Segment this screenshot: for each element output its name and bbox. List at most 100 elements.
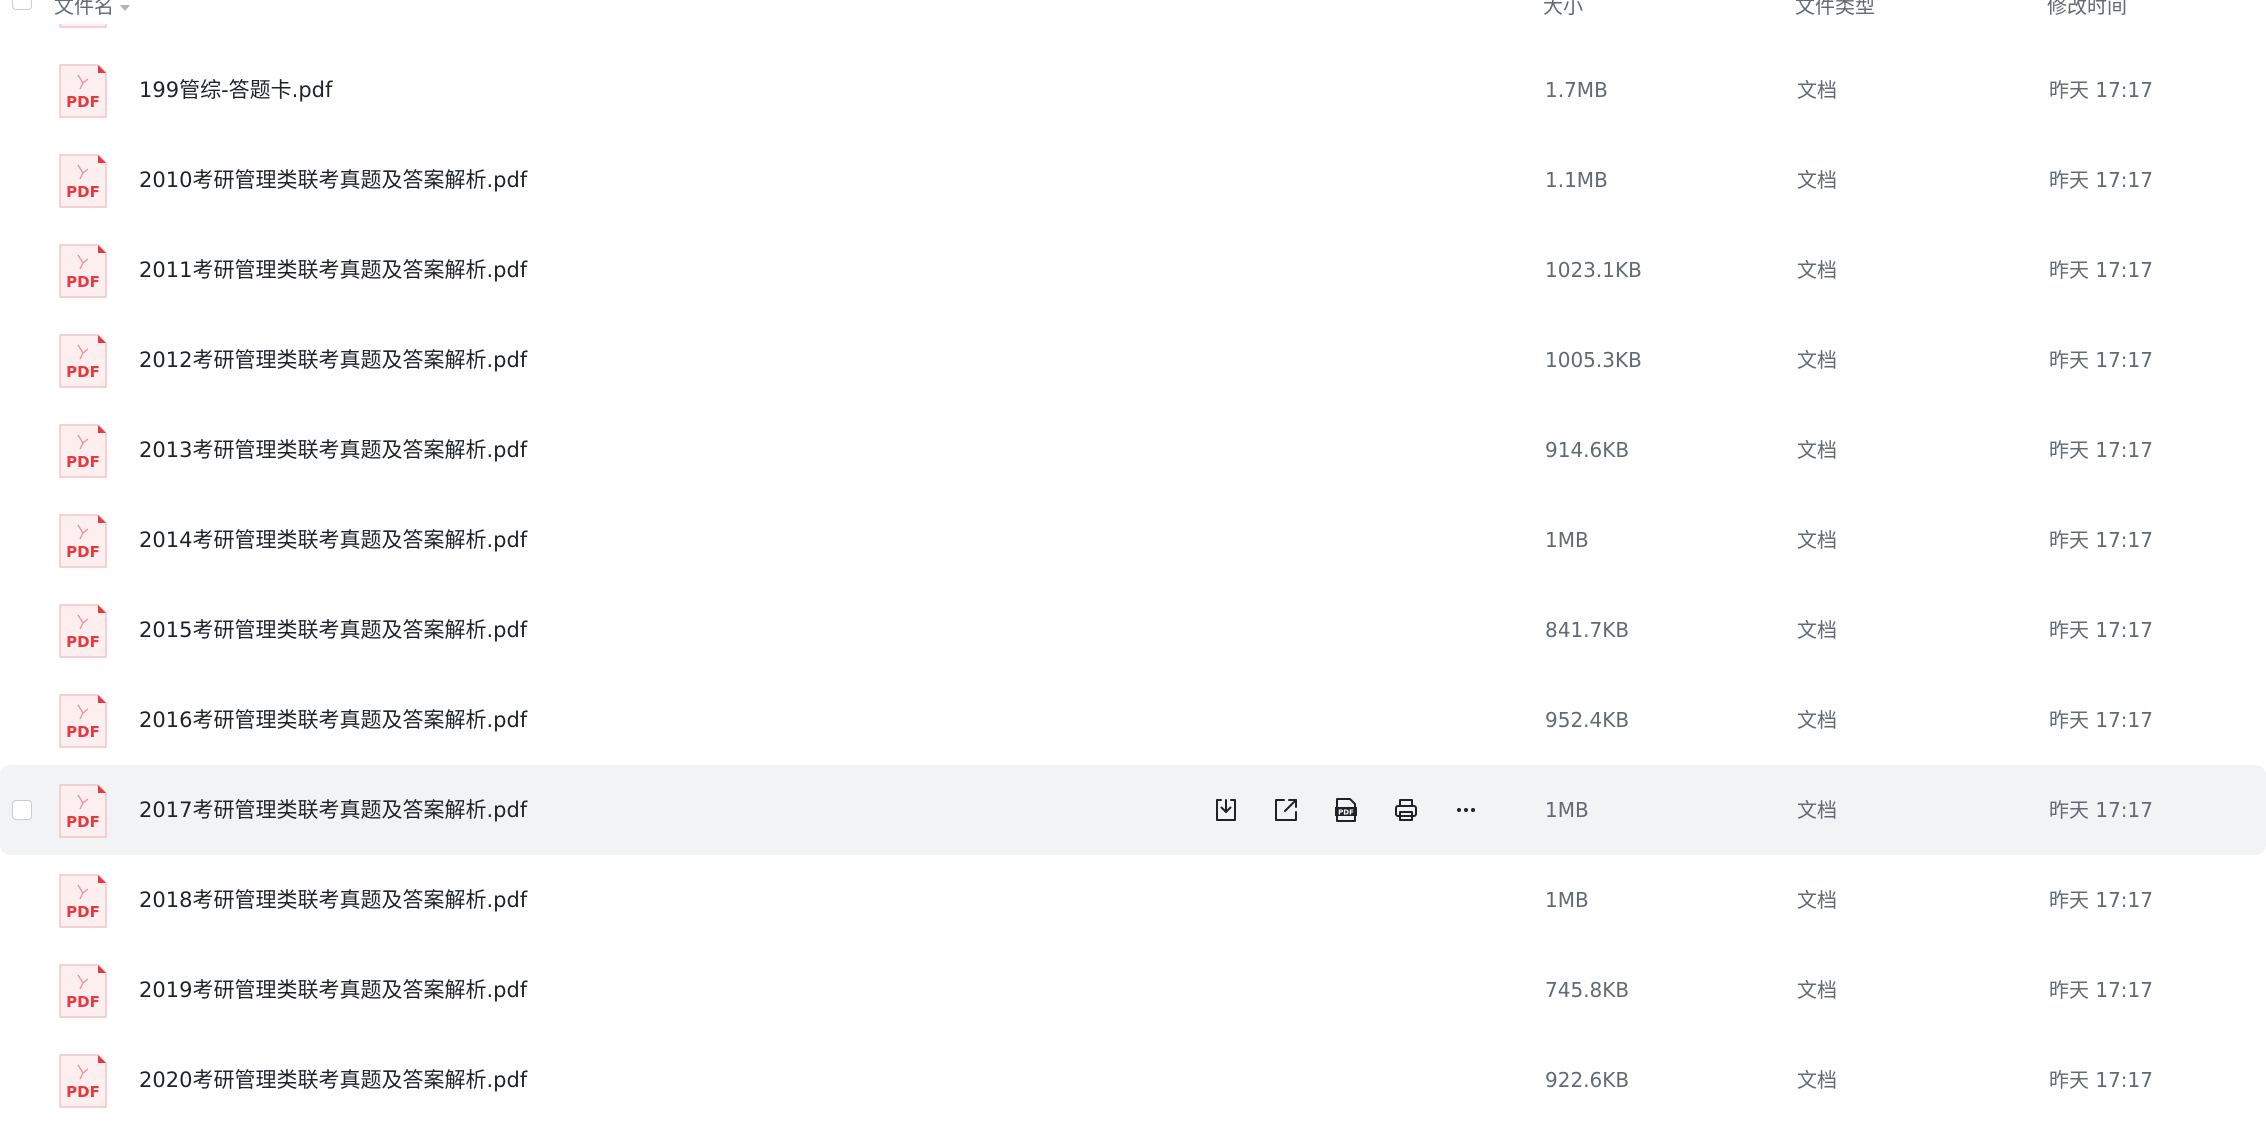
file-name[interactable]: 2020考研管理类联考真题及答案解析.pdf: [139, 1035, 527, 1125]
sort-down-icon[interactable]: [120, 4, 130, 11]
file-modified-time: 昨天 17:17: [2049, 978, 2153, 1002]
print-icon[interactable]: [1388, 792, 1424, 828]
list-header: 文件名 大小 文件类型 修改时间: [0, 0, 2266, 24]
file-name[interactable]: 2017考研管理类联考真题及答案解析.pdf: [139, 765, 527, 855]
file-name[interactable]: 2011考研管理类联考真题及答案解析.pdf: [139, 225, 527, 315]
file-modified-time: 昨天 17:17: [2049, 798, 2153, 822]
file-modified-time: 昨天 17:17: [2049, 528, 2153, 552]
svg-text:PDF: PDF: [66, 273, 100, 291]
table-row[interactable]: PDF 2020考研管理类联考真题及答案解析.pdf 922.6KB 文档 昨天…: [0, 1035, 2266, 1125]
select-all-checkbox[interactable]: [12, 0, 32, 10]
row-actions: PDF: [1208, 792, 1484, 828]
download-icon[interactable]: [1208, 792, 1244, 828]
file-modified-time: 昨天 17:17: [2049, 168, 2153, 192]
svg-text:PDF: PDF: [66, 543, 100, 561]
svg-text:PDF: PDF: [66, 1083, 100, 1101]
pdf-file-icon: PDF: [58, 1053, 108, 1109]
file-name[interactable]: 199管综-答题卡.pdf: [139, 45, 332, 135]
file-modified-time: 昨天 17:17: [2049, 258, 2153, 282]
file-size: 1023.1KB: [1545, 258, 1642, 282]
column-header-name[interactable]: 文件名: [54, 0, 130, 19]
file-name[interactable]: 2014考研管理类联考真题及答案解析.pdf: [139, 495, 527, 585]
pdf-file-icon: PDF: [58, 963, 108, 1019]
file-type: 文档: [1797, 798, 1837, 822]
file-modified-time: 昨天 17:17: [2049, 708, 2153, 732]
file-type: 文档: [1797, 618, 1837, 642]
svg-text:PDF: PDF: [66, 93, 100, 111]
file-size: 1005.3KB: [1545, 348, 1642, 372]
file-type: 文档: [1797, 348, 1837, 372]
file-type: 文档: [1797, 168, 1837, 192]
file-size: 1MB: [1545, 528, 1589, 552]
table-row[interactable]: PDF 2014考研管理类联考真题及答案解析.pdf 1MB 文档 昨天 17:…: [0, 495, 2266, 585]
file-size: 914.6KB: [1545, 438, 1630, 462]
pdf-file-icon: PDF: [58, 693, 108, 749]
share-icon[interactable]: [1268, 792, 1304, 828]
file-type: 文档: [1797, 78, 1837, 102]
file-type: 文档: [1797, 528, 1837, 552]
column-header-time[interactable]: 修改时间: [2047, 0, 2127, 19]
pdf-file-icon: PDF: [58, 243, 108, 299]
file-name[interactable]: 2015考研管理类联考真题及答案解析.pdf: [139, 585, 527, 675]
svg-text:PDF: PDF: [66, 813, 100, 831]
svg-text:PDF: PDF: [66, 183, 100, 201]
file-name[interactable]: 2019考研管理类联考真题及答案解析.pdf: [139, 945, 527, 1035]
pdf-file-icon: PDF: [58, 423, 108, 479]
file-modified-time: 昨天 17:17: [2049, 1068, 2153, 1092]
column-header-size[interactable]: 大小: [1543, 0, 1583, 19]
column-header-name-label: 文件名: [54, 0, 114, 18]
table-row[interactable]: PDF 2018考研管理类联考真题及答案解析.pdf 1MB 文档 昨天 17:…: [0, 855, 2266, 945]
file-size: 922.6KB: [1545, 1068, 1630, 1092]
more-icon[interactable]: [1448, 792, 1484, 828]
svg-text:PDF: PDF: [66, 633, 100, 651]
file-name[interactable]: 2013考研管理类联考真题及答案解析.pdf: [139, 405, 527, 495]
svg-text:PDF: PDF: [66, 993, 100, 1011]
file-name[interactable]: 2010考研管理类联考真题及答案解析.pdf: [139, 135, 527, 225]
table-row[interactable]: PDF 2013考研管理类联考真题及答案解析.pdf 914.6KB 文档 昨天…: [0, 405, 2266, 495]
table-row[interactable]: PDF 2011考研管理类联考真题及答案解析.pdf 1023.1KB 文档 昨…: [0, 225, 2266, 315]
svg-text:PDF: PDF: [1338, 808, 1354, 816]
pdf-file-icon: PDF: [58, 513, 108, 569]
pdf-file-icon: PDF: [58, 333, 108, 389]
pdf-file-icon: PDF: [58, 873, 108, 929]
file-name[interactable]: 2018考研管理类联考真题及答案解析.pdf: [139, 855, 527, 945]
pdf-file-icon: PDF: [58, 63, 108, 119]
file-type: 文档: [1797, 888, 1837, 912]
pdf-file-icon: PDF: [58, 603, 108, 659]
table-row[interactable]: PDF 2012考研管理类联考真题及答案解析.pdf 1005.3KB 文档 昨…: [0, 315, 2266, 405]
table-row[interactable]: PDF 2019考研管理类联考真题及答案解析.pdf 745.8KB 文档 昨天…: [0, 945, 2266, 1035]
file-modified-time: 昨天 17:17: [2049, 78, 2153, 102]
file-type: 文档: [1797, 258, 1837, 282]
svg-text:PDF: PDF: [66, 903, 100, 921]
file-type: 文档: [1797, 438, 1837, 462]
file-size: 841.7KB: [1545, 618, 1630, 642]
file-size: 1MB: [1545, 888, 1589, 912]
svg-text:PDF: PDF: [66, 453, 100, 471]
column-header-type[interactable]: 文件类型: [1795, 0, 1875, 19]
row-checkbox[interactable]: [12, 800, 32, 820]
file-name[interactable]: 2016考研管理类联考真题及答案解析.pdf: [139, 675, 527, 765]
table-row[interactable]: PDF 2010考研管理类联考真题及答案解析.pdf 1.1MB 文档 昨天 1…: [0, 135, 2266, 225]
svg-text:PDF: PDF: [66, 723, 100, 741]
file-rows: PDF 199管综-真题及解析-(新版).pdf PDF 199管综-答题卡.p…: [0, 0, 2266, 1125]
file-size: 1.7MB: [1545, 78, 1608, 102]
file-type: 文档: [1797, 708, 1837, 732]
table-row[interactable]: PDF 2015考研管理类联考真题及答案解析.pdf 841.7KB 文档 昨天…: [0, 585, 2266, 675]
file-name[interactable]: 2012考研管理类联考真题及答案解析.pdf: [139, 315, 527, 405]
table-row[interactable]: PDF 199管综-答题卡.pdf 1.7MB 文档 昨天 17:17: [0, 45, 2266, 135]
file-modified-time: 昨天 17:17: [2049, 348, 2153, 372]
file-modified-time: 昨天 17:17: [2049, 618, 2153, 642]
pdf-convert-icon[interactable]: PDF: [1328, 792, 1364, 828]
table-row-hovered[interactable]: PDF 2017考研管理类联考真题及答案解析.pdf PDF 1MB 文档 昨天…: [0, 765, 2266, 855]
pdf-file-icon: PDF: [58, 153, 108, 209]
file-modified-time: 昨天 17:17: [2049, 438, 2153, 462]
file-size: 1.1MB: [1545, 168, 1608, 192]
svg-text:PDF: PDF: [66, 363, 100, 381]
file-size: 952.4KB: [1545, 708, 1630, 732]
file-type: 文档: [1797, 1068, 1837, 1092]
file-type: 文档: [1797, 978, 1837, 1002]
file-size: 1MB: [1545, 798, 1589, 822]
table-row[interactable]: PDF 2016考研管理类联考真题及答案解析.pdf 952.4KB 文档 昨天…: [0, 675, 2266, 765]
file-modified-time: 昨天 17:17: [2049, 888, 2153, 912]
file-list: PDF 199管综-真题及解析-(新版).pdf PDF 199管综-答题卡.p…: [0, 0, 2266, 1139]
